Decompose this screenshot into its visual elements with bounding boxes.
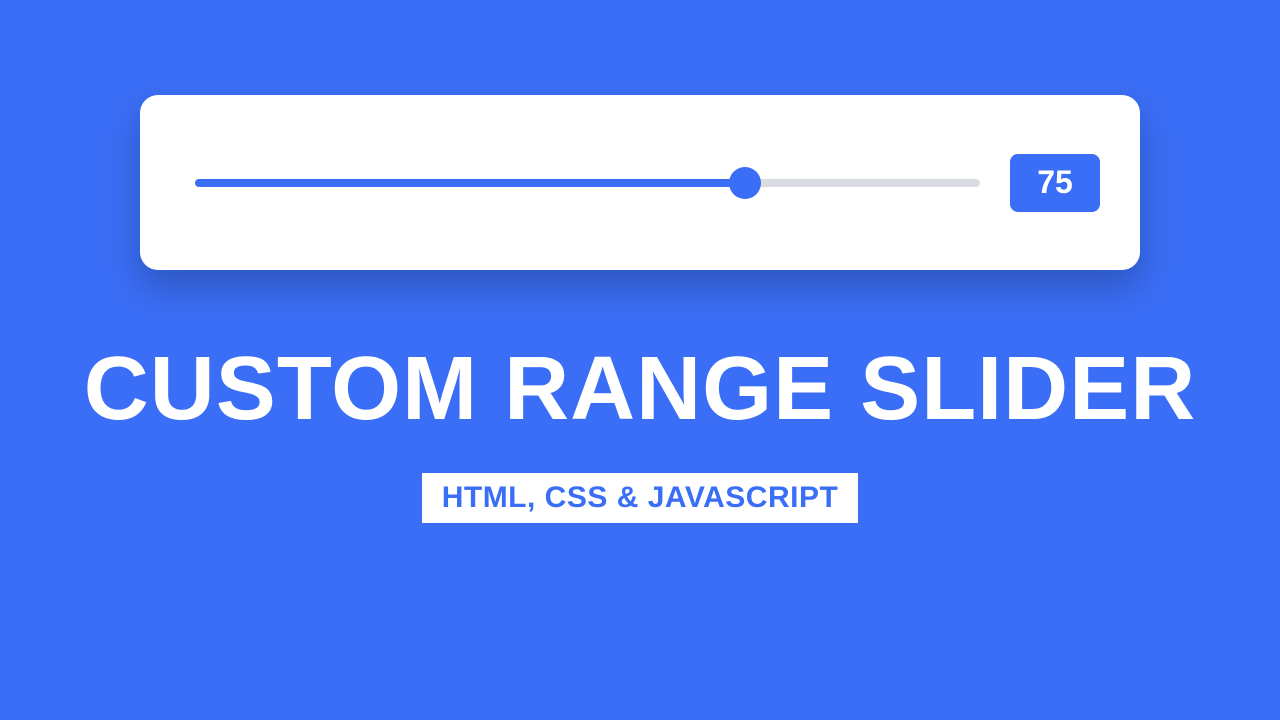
slider-card: 75 <box>140 95 1140 270</box>
page-title: CUSTOM RANGE SLIDER <box>84 342 1196 437</box>
subtitle-pill: HTML, CSS & JAVASCRIPT <box>422 473 859 523</box>
slider-thumb[interactable] <box>729 167 761 199</box>
range-slider[interactable] <box>195 165 980 201</box>
slider-value-display: 75 <box>1010 154 1100 212</box>
slider-fill <box>195 179 745 187</box>
